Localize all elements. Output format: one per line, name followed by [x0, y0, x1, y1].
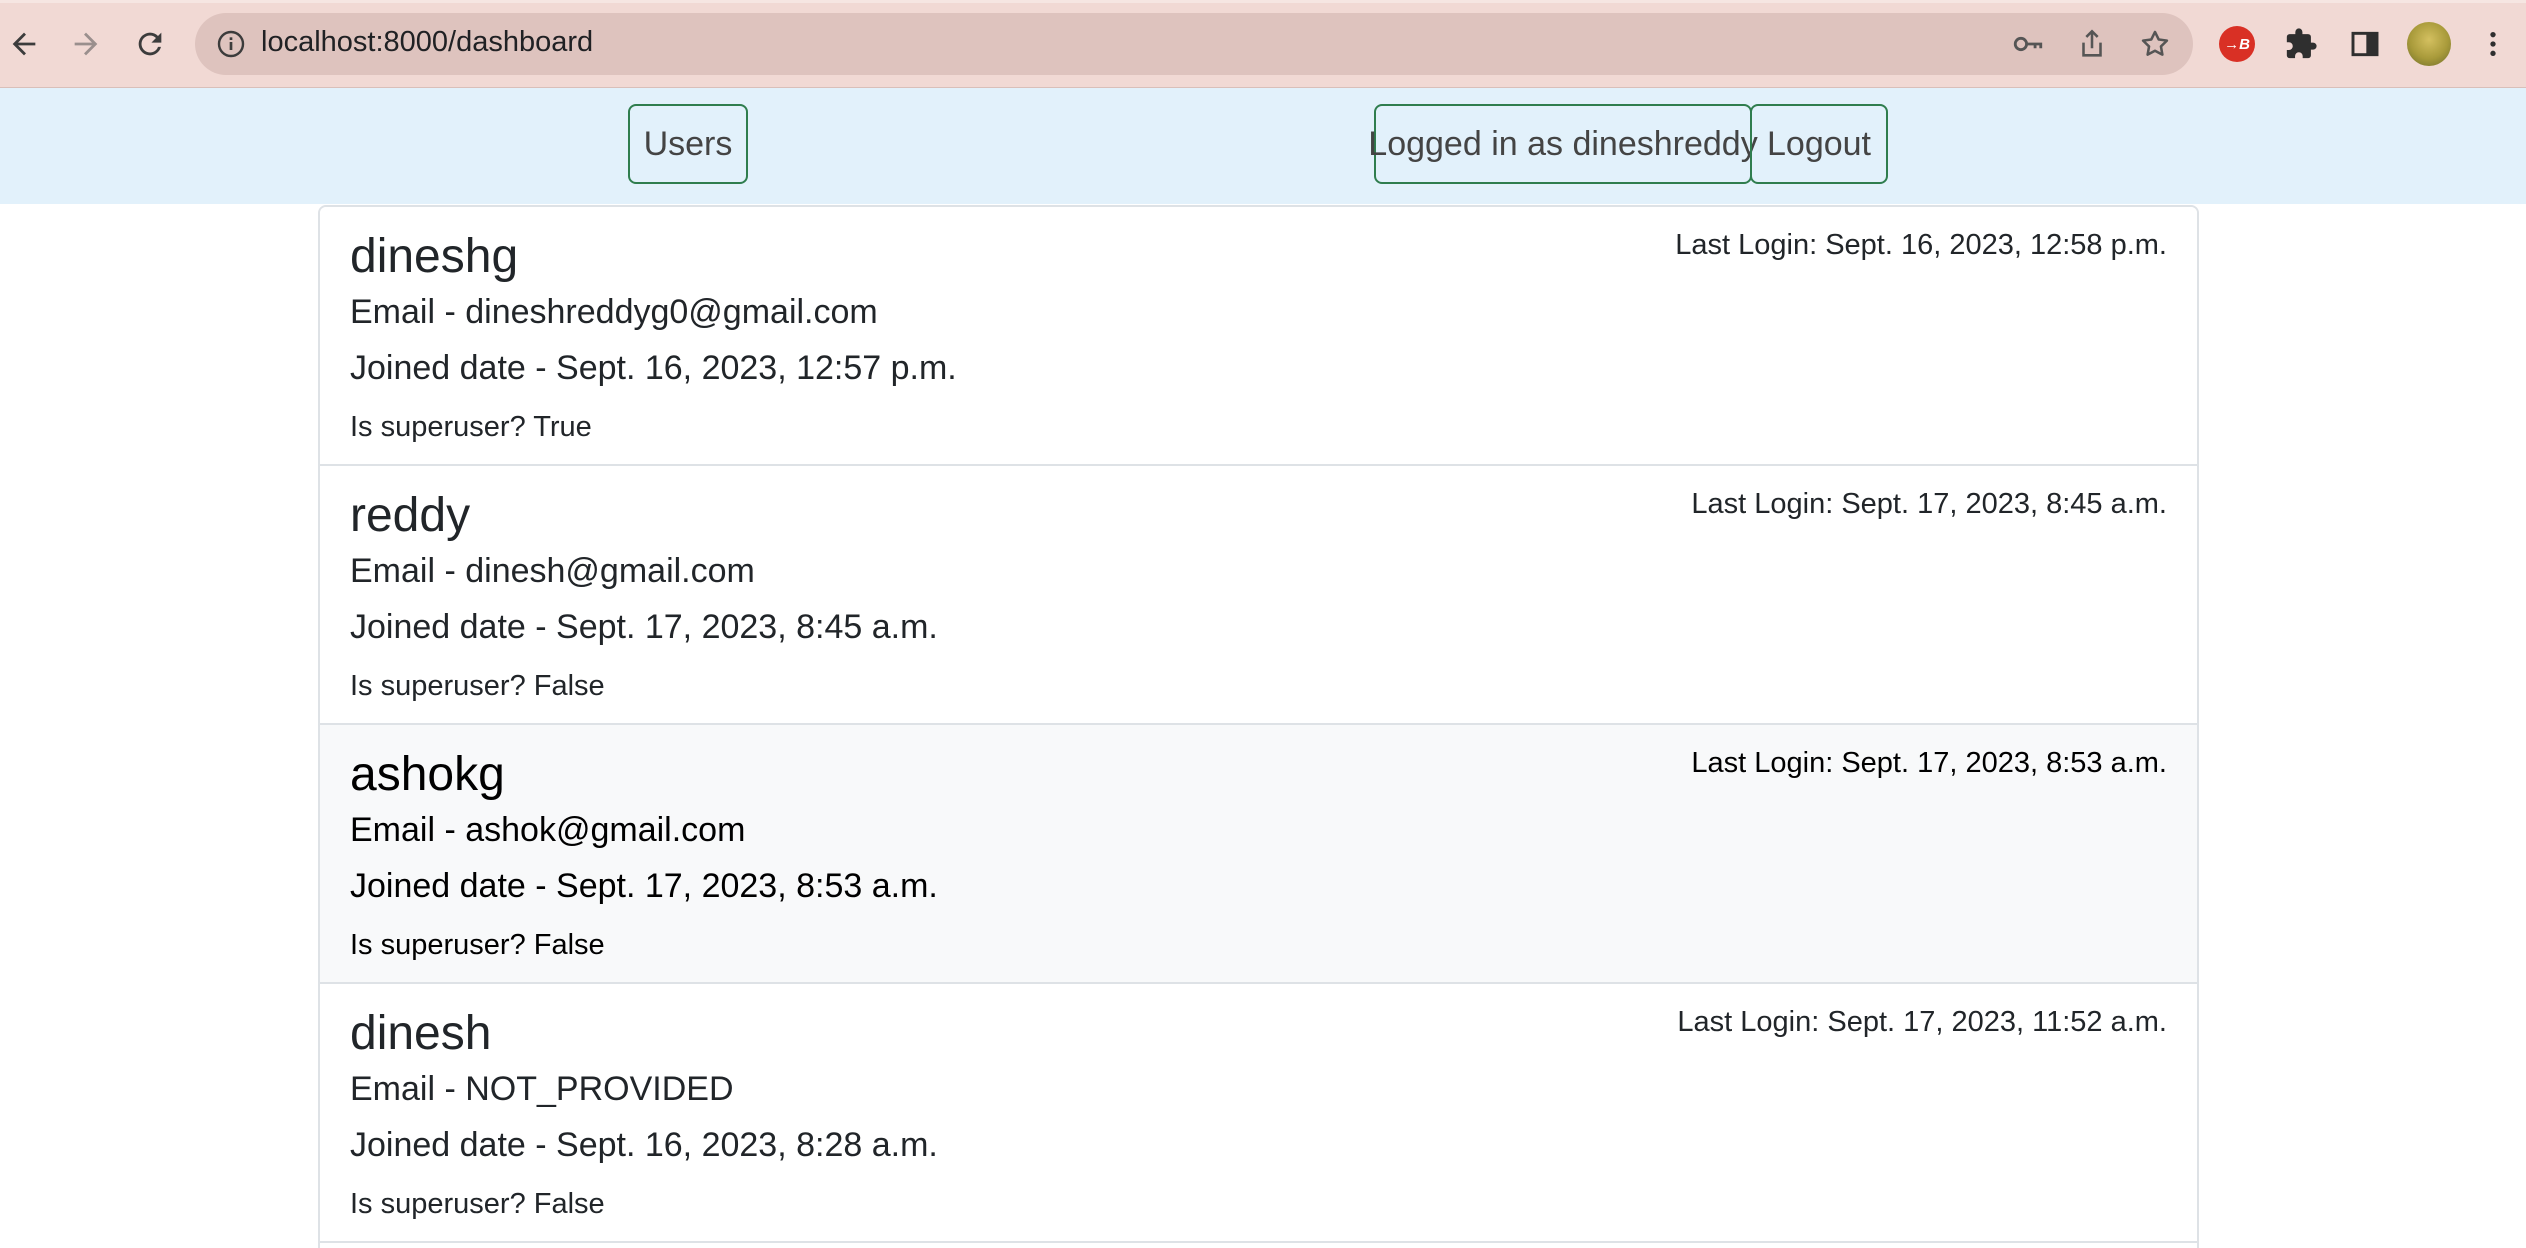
user-email: Email - dineshreddyg0@gmail.com	[350, 293, 878, 331]
reload-icon	[138, 32, 162, 56]
username: reddy	[350, 489, 471, 542]
avatar-image	[2407, 22, 2451, 66]
extensions-puzzle-icon[interactable]	[2279, 22, 2323, 66]
username: dineshg	[350, 230, 519, 283]
superuser-status: Is superuser? True	[350, 411, 592, 443]
side-panel-glyph-icon	[2351, 31, 2379, 57]
logged-in-as-button[interactable]: Logged in as dineshreddy	[1368, 104, 1758, 184]
user-card[interactable]: reddy Last Login: Sept. 17, 2023, 8:45 a…	[320, 466, 2197, 725]
last-login: Last Login: Sept. 16, 2023, 12:58 p.m.	[1675, 229, 2167, 261]
app-navbar: Users Logged in as dineshreddy Logout	[0, 88, 2526, 204]
side-panel-icon[interactable]	[2343, 22, 2387, 66]
profile-avatar[interactable]	[2407, 22, 2451, 66]
user-email: Email - dinesh@gmail.com	[350, 552, 755, 590]
last-login: Last Login: Sept. 17, 2023, 11:52 a.m.	[1677, 1006, 2167, 1038]
logout-button[interactable]: Logout	[1750, 104, 1888, 184]
username: ashokg	[350, 748, 505, 801]
superuser-status: Is superuser? False	[350, 670, 605, 702]
superuser-status: Is superuser? False	[350, 1188, 605, 1220]
username: dinesh	[350, 1007, 492, 1060]
forward-arrow-icon	[74, 32, 98, 56]
browser-toolbar: localhost:8000/dashboard →B	[0, 0, 2526, 88]
puzzle-icon	[2286, 28, 2317, 59]
bookmark-star-icon[interactable]	[2138, 27, 2172, 61]
forward-button[interactable]	[62, 20, 110, 68]
users-button[interactable]: Users	[628, 104, 748, 184]
url-text: localhost:8000/dashboard	[261, 26, 594, 58]
reload-button[interactable]	[126, 20, 174, 68]
user-list: dineshg Last Login: Sept. 16, 2023, 12:5…	[318, 205, 2199, 1248]
superuser-status: Is superuser? False	[350, 929, 605, 961]
last-login: Last Login: Sept. 17, 2023, 8:53 a.m.	[1691, 747, 2167, 779]
share-icon[interactable]	[2075, 27, 2109, 61]
user-email: Email - NOT_PROVIDED	[350, 1070, 734, 1108]
tab-strip-edge	[0, 0, 2526, 3]
info-icon[interactable]	[215, 28, 247, 60]
user-card[interactable]: dinesh Last Login: Sept. 17, 2023, 11:52…	[320, 984, 2197, 1243]
back-arrow-icon	[12, 32, 36, 56]
joined-date: Joined date - Sept. 17, 2023, 8:45 a.m.	[350, 608, 938, 646]
joined-date: Joined date - Sept. 16, 2023, 12:57 p.m.	[350, 349, 957, 387]
address-bar[interactable]: localhost:8000/dashboard	[195, 13, 2193, 75]
back-button[interactable]	[0, 20, 48, 68]
user-card[interactable]: dineshg Last Login: Sept. 16, 2023, 12:5…	[320, 207, 2197, 466]
user-email: Email - ashok@gmail.com	[350, 811, 746, 849]
last-login: Last Login: Sept. 17, 2023, 8:45 a.m.	[1691, 488, 2167, 520]
extension-badge-label: →B	[2219, 26, 2255, 62]
joined-date: Joined date - Sept. 17, 2023, 8:53 a.m.	[350, 867, 938, 905]
vertical-dots-icon	[2490, 32, 2496, 56]
user-card-hovered[interactable]: ashokg Last Login: Sept. 17, 2023, 8:53 …	[320, 725, 2197, 984]
browser-menu-button[interactable]	[2471, 22, 2515, 66]
joined-date: Joined date - Sept. 16, 2023, 8:28 a.m.	[350, 1126, 938, 1164]
extension-badge-icon[interactable]: →B	[2215, 22, 2259, 66]
key-icon[interactable]	[2011, 27, 2045, 61]
